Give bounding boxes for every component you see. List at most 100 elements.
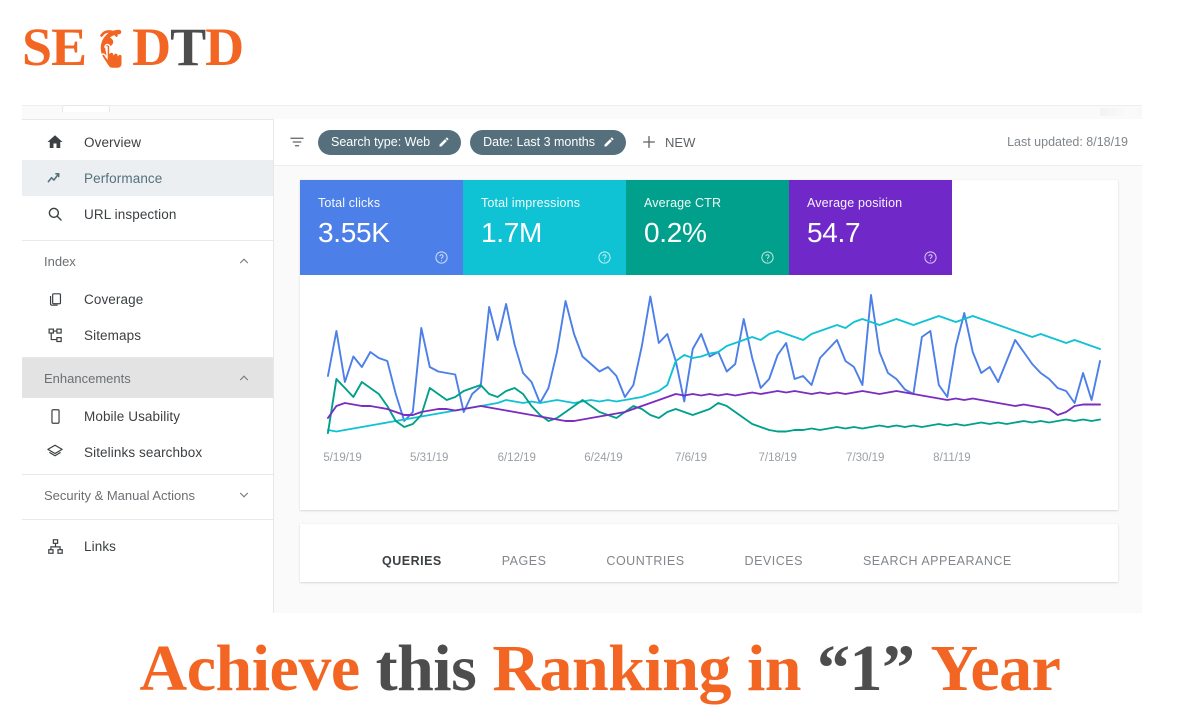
headline-word-1: Achieve (139, 632, 361, 705)
chart-x-tick-label: 8/11/19 (933, 452, 971, 464)
chip-label: Search type: Web (331, 135, 431, 149)
help-circle-icon[interactable] (597, 250, 612, 265)
filter-list-icon[interactable] (284, 129, 310, 155)
pages-copy-icon (44, 288, 66, 310)
trending-up-icon (44, 167, 66, 189)
sidebar-item-sitelinks-searchbox[interactable]: Sitelinks searchbox (22, 434, 273, 470)
logo-d2-part: D (205, 17, 244, 77)
sidebar-section-security-manual-actions[interactable]: Security & Manual Actions (22, 475, 273, 515)
add-filter-button[interactable]: NEW (641, 134, 695, 150)
sidebar-section-label: Index (44, 253, 76, 269)
headline-word-3: Ranking in (492, 632, 802, 705)
screenshot-right-margin (1142, 105, 1200, 613)
logo-d1-part: D (132, 17, 171, 77)
promo-headline: Achieve this Ranking in “1” Year (0, 618, 1200, 720)
sidebar-item-overview[interactable]: Overview (22, 124, 273, 160)
logo-text: SE D T D (22, 17, 244, 77)
add-filter-label: NEW (665, 134, 696, 150)
browser-tab-stub (62, 105, 110, 112)
tab-queries[interactable]: QUERIES (352, 554, 472, 568)
sidebar-item-label: Performance (84, 170, 163, 186)
chart-series-line (328, 379, 1100, 433)
help-circle-icon[interactable] (923, 250, 938, 265)
plus-icon (641, 134, 657, 150)
pencil-icon[interactable] (603, 136, 615, 148)
sidebar-item-label: URL inspection (84, 206, 177, 222)
metric-cards: Total clicks 3.55K Total impressions 1.7… (300, 180, 1118, 275)
metric-value: 54.7 (807, 217, 861, 248)
logo-t-part: T (170, 17, 206, 77)
chart-x-tick-label: 6/24/19 (584, 452, 623, 464)
chip-label: Date: Last 3 months (483, 135, 596, 149)
metric-label: Total clicks (318, 196, 381, 210)
chevron-up-icon (237, 254, 251, 268)
metric-card-total-clicks[interactable]: Total clicks 3.55K (300, 180, 463, 275)
headline-word-5: Year (930, 632, 1061, 705)
sidebar-primary-group: Overview Performance URL inspection (22, 120, 273, 236)
metric-card-empty-slot (952, 180, 1118, 275)
sidebar-item-label: Mobile Usability (84, 408, 181, 424)
site-logo: SE D T D (22, 16, 244, 78)
sidebar-item-mobile-usability[interactable]: Mobile Usability (22, 398, 273, 434)
sidebar-item-performance[interactable]: Performance (22, 160, 273, 196)
metric-value: 1.7M (481, 217, 543, 248)
main-content: Search type: Web Date: Last 3 months NEW… (274, 119, 1142, 613)
tab-devices[interactable]: DEVICES (715, 554, 833, 568)
sidebar: Overview Performance URL inspection Inde… (22, 119, 274, 613)
home-icon (44, 131, 66, 153)
metric-card-total-impressions[interactable]: Total impressions 1.7M (463, 180, 626, 275)
help-circle-icon[interactable] (760, 250, 775, 265)
metric-value: 3.55K (318, 217, 390, 248)
sitemap-tree-icon (44, 324, 66, 346)
dimension-tabs-card: QUERIES PAGES COUNTRIES DEVICES SEARCH APPEA… (300, 524, 1118, 582)
pencil-icon[interactable] (438, 136, 450, 148)
metric-value: 0.2% (644, 217, 707, 248)
help-circle-icon[interactable] (434, 250, 449, 265)
sidebar-item-label: Sitemaps (84, 327, 142, 343)
chart-x-tick-label: 6/12/19 (497, 452, 536, 464)
dimension-tabs: QUERIES PAGES COUNTRIES DEVICES SEARCH APPEA… (300, 540, 1042, 582)
performance-chart-card: Total clicks 3.55K Total impressions 1.7… (300, 180, 1118, 510)
sidebar-section-index[interactable]: Index (22, 241, 273, 281)
chevron-down-icon (237, 488, 251, 502)
tab-pages[interactable]: PAGES (472, 554, 577, 568)
chart-series-line (328, 316, 1100, 432)
metric-card-average-position[interactable]: Average position 54.7 (789, 180, 952, 275)
sidebar-item-sitemaps[interactable]: Sitemaps (22, 317, 273, 353)
metric-label: Average position (807, 196, 903, 210)
tab-search-appearance[interactable]: SEARCH APPEARANCE (833, 554, 1042, 568)
chart-x-tick-label: 5/19/19 (323, 452, 362, 464)
chip-date-range[interactable]: Date: Last 3 months (470, 129, 627, 155)
headline-word-2: this (375, 632, 477, 705)
chart-x-tick-label: 7/6/19 (675, 452, 707, 464)
tab-countries[interactable]: COUNTRIES (576, 554, 714, 568)
metric-label: Average CTR (644, 196, 722, 210)
metric-card-average-ctr[interactable]: Average CTR 0.2% (626, 180, 789, 275)
links-tree-icon (44, 535, 66, 557)
chart-x-tick-label: 7/18/19 (758, 452, 797, 464)
chart-series-line (328, 295, 1100, 421)
last-updated-text: Last updated: 8/18/19 (1007, 135, 1128, 149)
chevron-up-icon (237, 371, 251, 385)
sidebar-section-enhancements[interactable]: Enhancements (22, 358, 273, 398)
sidebar-item-label: Coverage (84, 291, 144, 307)
filter-toolbar: Search type: Web Date: Last 3 months NEW… (274, 119, 1142, 166)
sidebar-item-url-inspection[interactable]: URL inspection (22, 196, 273, 232)
sidebar-section-label: Enhancements (44, 370, 131, 386)
metric-label: Total impressions (481, 196, 581, 210)
chart-x-tick-label: 7/30/19 (846, 452, 885, 464)
sidebar-item-label: Overview (84, 134, 142, 150)
sidebar-item-links[interactable]: Links (22, 528, 273, 564)
headline-word-4: “1” (817, 632, 915, 705)
sidebar-item-coverage[interactable]: Coverage (22, 281, 273, 317)
sidebar-item-label: Sitelinks searchbox (84, 444, 203, 460)
tap-click-icon (85, 22, 133, 72)
browser-chrome-strip (22, 105, 1142, 120)
sidebar-section-label: Security & Manual Actions (44, 487, 196, 503)
search-icon (44, 203, 66, 225)
sidebar-item-label: Links (84, 538, 117, 554)
layers-icon (44, 441, 66, 463)
search-console-screenshot: Overview Performance URL inspection Inde… (0, 105, 1200, 613)
chip-search-type[interactable]: Search type: Web (318, 129, 462, 155)
sidebar-divider (22, 519, 273, 520)
